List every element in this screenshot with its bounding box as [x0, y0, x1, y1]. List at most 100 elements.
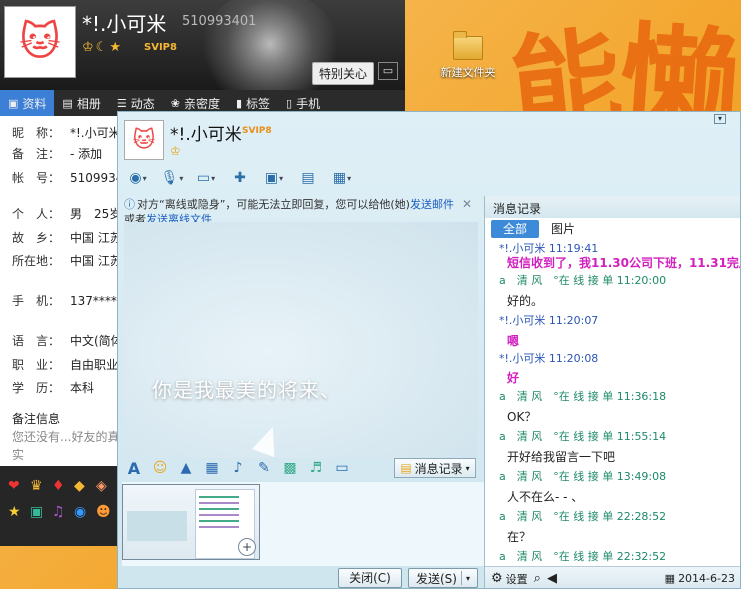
history-icon: ▤	[400, 461, 412, 475]
phone-icon: ▯	[286, 96, 293, 110]
gear-icon: ⚙	[491, 571, 503, 586]
field-row: 备 注： - 添加	[12, 147, 103, 161]
chat-avatar[interactable]: 🐱	[124, 120, 164, 160]
svip-badge: SVIP8	[144, 42, 177, 53]
remote-desktop-icon[interactable]: ▣ ▾	[260, 168, 288, 188]
field-row: 语 言： 中文(简体	[12, 334, 123, 348]
voice-call-icon[interactable]: 🎙 ▾	[158, 168, 186, 188]
chat-watermark: 你是我最美的将来、	[152, 378, 341, 402]
chat-svip-badge: SVIP8	[242, 126, 272, 136]
history-messages: *!.小可米 11:19:41 短信收到了，我11.30公司下班，11.31完成…	[485, 236, 741, 566]
share-screen-icon[interactable]: ▤	[294, 168, 322, 188]
gift-service-icon[interactable]: ♦	[52, 478, 65, 494]
message-meta: a 清 风 °在 线 接 单 11:36:18	[499, 390, 667, 403]
music-service-icon[interactable]: ♫	[52, 504, 65, 520]
message-text: 好	[507, 371, 520, 385]
history-bottom-bar: ⚙ 设置 ⌕ ◀ ▦ 2014-6-23	[485, 566, 740, 588]
magic-icon[interactable]: ▲	[176, 458, 196, 478]
message-text: 嗯	[507, 334, 520, 348]
desktop-folder[interactable]: 新建文件夹	[436, 31, 500, 80]
photo-icon: ▤	[62, 96, 73, 110]
message-icon[interactable]: ▭	[378, 62, 398, 80]
moon-icon: ☾	[95, 40, 108, 55]
field-row: 学 历： 本科	[12, 381, 95, 395]
field-row: 昵 称： *!.小可米	[12, 126, 121, 140]
diamond-yellow-icon[interactable]: ◆	[74, 478, 85, 494]
chat-area	[124, 222, 478, 458]
font-icon[interactable]: A	[124, 458, 144, 478]
apps-icon[interactable]: ▦ ▾	[328, 168, 356, 188]
zoom-icon[interactable]: +	[238, 538, 256, 556]
bookmark-icon: ▮	[235, 96, 243, 110]
music-icon[interactable]: ♬	[306, 458, 326, 478]
search-icon: ⌕	[533, 571, 541, 586]
avatar[interactable]: 🐱	[4, 6, 76, 78]
profile-header: 🐱 *!.小可米 510993401 ♔ ☾ ★ SVIP8 特别关心 ▭	[0, 0, 405, 90]
doodle-icon[interactable]: ✎	[254, 458, 274, 478]
divider	[460, 571, 462, 585]
send-button[interactable]: 发送(S) ▾	[408, 568, 478, 588]
profile-qq-number: 510993401	[182, 14, 257, 29]
message-meta: a 清 风 °在 线 接 单 22:28:52	[499, 510, 667, 523]
star-icon: ★	[109, 40, 121, 55]
field-row: 故 乡： 中国 江苏	[12, 231, 122, 245]
file-transfer-icon[interactable]: ▭ ▾	[192, 168, 220, 188]
chat-toolbar: ◉ ▾ 🎙 ▾ ▭ ▾ ✚ ▣ ▾ ▤ ▦ ▾	[124, 167, 594, 189]
folder-label: 新建文件夹	[440, 66, 496, 79]
message-text: 开好给我留言一下吧	[507, 450, 616, 464]
chat-window: 🐱 *!.小可米 SVIP8 ♔ ▾ ◉ ▾ 🎙 ▾ ▭ ▾ ✚ ▣ ▾ ▤ ▦ ▾ ⓘ 对…	[117, 111, 741, 589]
video-call-icon[interactable]: ◉ ▾	[124, 168, 152, 188]
send-mail-link[interactable]: 发送邮件	[410, 198, 454, 211]
level-badges: ♔ ☾ ★	[82, 40, 121, 55]
tab-album[interactable]: ▤ 相册	[54, 90, 108, 116]
field-row: 个 人：男 25岁	[12, 207, 122, 221]
message-meta: a 清 风 °在 线 接 单 11:55:14	[499, 430, 667, 443]
message-meta: *!.小可米 11:20:07	[499, 314, 599, 327]
message-history-button[interactable]: ▤ 消息记录 ▾	[394, 458, 476, 478]
star-service-icon[interactable]: ★	[8, 504, 21, 520]
pet-service-icon[interactable]: ☻	[96, 504, 111, 520]
svip-service-icon[interactable]: ♛	[30, 478, 43, 494]
date-picker[interactable]: ▦ 2014-6-23	[665, 572, 735, 585]
folder-icon	[453, 31, 483, 60]
sound-button[interactable]: ◀	[547, 571, 557, 586]
profile-name: *!.小可米	[82, 12, 167, 36]
speaker-icon: ◀	[546, 571, 557, 586]
message-text: 短信收到了，我11.30公司下班，11.31完成	[507, 256, 741, 270]
message-text: 在？	[507, 530, 532, 544]
thumbnail-left	[127, 511, 187, 541]
film-icon[interactable]: ▦	[202, 458, 222, 478]
chat-contact-name: *!.小可米	[170, 125, 242, 145]
field-row: 帐 号： 51099340	[12, 171, 132, 185]
message-text: OK？	[507, 410, 537, 424]
history-title: 消息记录	[485, 196, 740, 218]
special-care-button[interactable]: 特别关心	[312, 62, 375, 85]
close-button[interactable]: 关闭(C)	[338, 568, 402, 588]
settings-button[interactable]: ⚙ 设置	[491, 571, 528, 587]
game-service-icon[interactable]: ▣	[30, 504, 43, 520]
message-meta: *!.小可米 11:20:08	[499, 352, 599, 365]
history-panel: 消息记录 全部 图片 *!.小可米 11:19:41 短信收到了，我11.30公…	[484, 196, 741, 588]
close-notice-icon[interactable]: ✕	[462, 197, 472, 211]
picture-icon[interactable]: ▩	[280, 458, 300, 478]
remark-info: 备注信息 您还没有...好友的真实	[12, 412, 120, 462]
mic-icon[interactable]: ♪	[228, 458, 248, 478]
chevron-down-icon[interactable]: ▾	[466, 574, 470, 583]
message-text: 人不在么- - 、	[507, 490, 584, 504]
field-row: 手 机： 137******	[12, 294, 129, 308]
tab-profile[interactable]: ▣ 资料	[0, 90, 55, 116]
qzone-service-icon[interactable]: ◉	[74, 504, 86, 520]
calendar-icon: ▦	[664, 572, 676, 585]
window-restore-icon[interactable]: ▾	[714, 114, 726, 124]
emoji-icon[interactable]: ☺	[150, 458, 170, 478]
diamond-red-icon[interactable]: ◈	[96, 478, 107, 494]
screenshot-icon[interactable]: ▭	[332, 458, 352, 478]
message-text: 好的。	[507, 294, 544, 308]
card-icon: ▣	[8, 96, 19, 110]
search-button[interactable]: ⌕	[534, 571, 541, 586]
group-chat-icon[interactable]: ✚	[226, 168, 254, 188]
heart-service-icon[interactable]: ❤	[8, 478, 20, 494]
field-row: 所在地： 中国 江苏	[12, 254, 122, 268]
crown-icon: ♔	[82, 40, 94, 55]
field-row: 职 业： 自由职业者	[12, 358, 131, 372]
